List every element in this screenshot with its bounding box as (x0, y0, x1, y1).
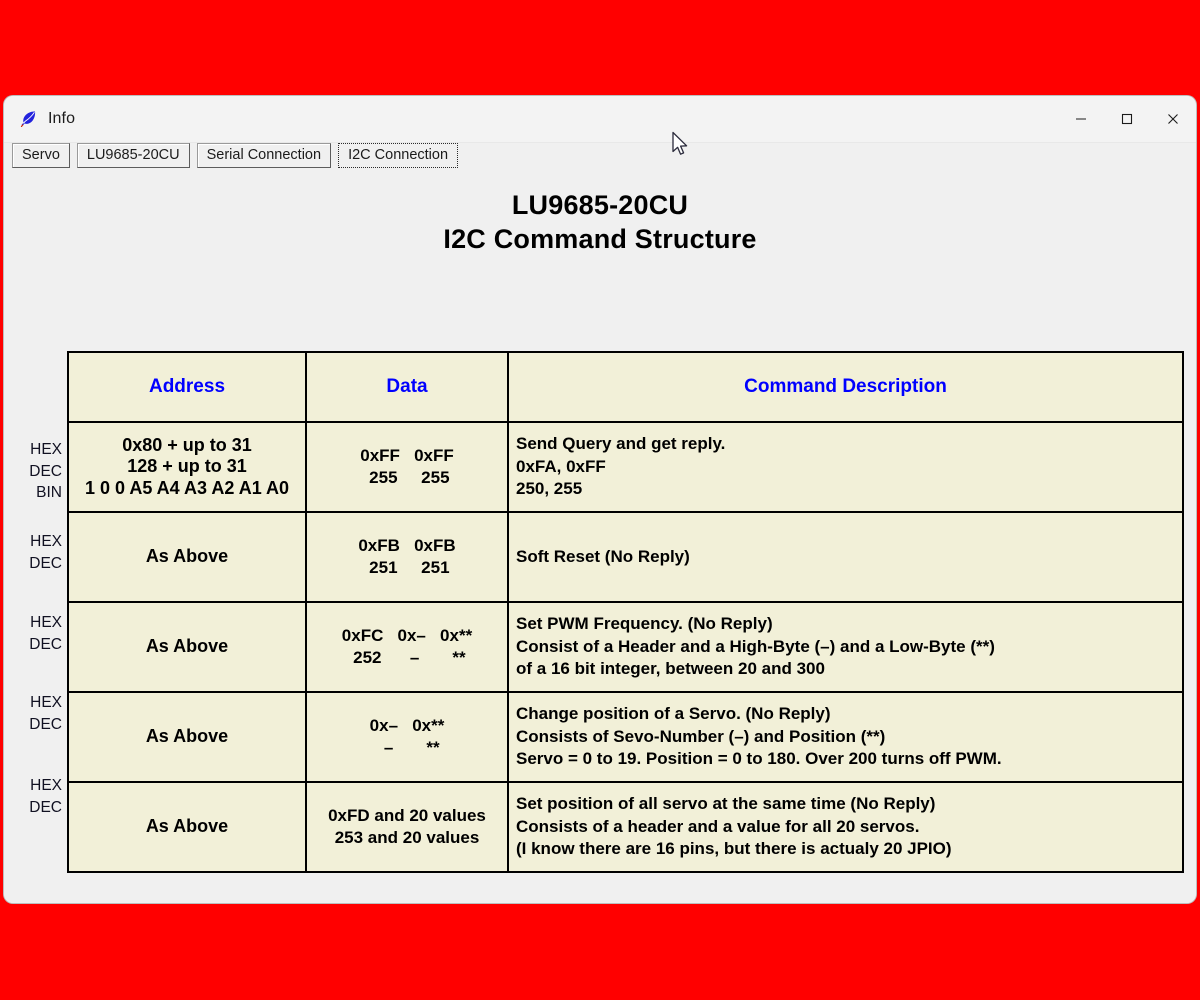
data-line: 0xFD and 20 values (328, 806, 486, 825)
title-bar-left: Info (18, 96, 75, 142)
unit-label: DEC (29, 798, 62, 816)
cell-address: As Above (67, 691, 307, 783)
address-line: 128 + up to 31 (127, 456, 247, 477)
window-title: Info (48, 110, 76, 127)
tab-servo[interactable]: Servo (12, 143, 70, 168)
description-line: Change position of a Servo. (No Reply) (516, 704, 831, 724)
cell-data: 0xFB 0xFB 251 251 (305, 511, 509, 603)
data-line: 0xFB 0xFB (358, 536, 456, 555)
data-line: 0x– 0x** (369, 716, 445, 735)
cell-data: 0xFC 0x– 0x** 252 – ** (305, 601, 509, 693)
description-line: Consists of a header and a value for all… (516, 816, 920, 836)
address-line: As Above (145, 636, 229, 657)
unit-label: DEC (29, 554, 62, 572)
description-line: Soft Reset (No Reply) (516, 546, 690, 566)
table-row: 0x80 + up to 31 128 + up to 31 1 0 0 A5 … (67, 421, 1184, 513)
page-title-line2: I2C Command Structure (443, 224, 757, 254)
cell-data: 0xFF 0xFF 255 255 (305, 421, 509, 513)
unit-label: DEC (29, 715, 62, 733)
row-units-3: HEX DEC (12, 612, 62, 655)
cell-address: As Above (67, 781, 307, 873)
address-line: As Above (145, 816, 229, 837)
table-row: As Above 0xFB 0xFB 251 251 Soft Reset (N… (67, 511, 1184, 603)
description-line: Servo = 0 to 19. Position = 0 to 180. Ov… (516, 749, 1002, 769)
command-table: Address Data Command Description 0x80 + … (67, 351, 1184, 873)
column-header-data: Data (305, 351, 509, 423)
description-line: Consist of a Header and a High-Byte (–) … (516, 636, 995, 656)
address-line: 0x80 + up to 31 (122, 434, 252, 455)
description-line: of a 16 bit integer, between 20 and 300 (516, 659, 825, 679)
description-line: Set PWM Frequency. (No Reply) (516, 614, 773, 634)
description-line: (I know there are 16 pins, but there is … (516, 839, 952, 859)
window-controls (1058, 96, 1196, 142)
cell-address: As Above (67, 601, 307, 693)
data-line: – ** (374, 738, 440, 757)
unit-label: HEX (30, 614, 62, 631)
unit-label: DEC (29, 635, 62, 653)
row-units-1: HEX DEC BIN (12, 439, 62, 504)
content-panel: LU9685-20CU I2C Command Structure HEX DE… (4, 172, 1196, 903)
data-line: 251 251 (364, 558, 450, 577)
table-header-row: Address Data Command Description (67, 351, 1184, 423)
tab-lu9685-20cu[interactable]: LU9685-20CU (76, 143, 190, 168)
address-line: As Above (145, 546, 229, 567)
cell-description: Set position of all servo at the same ti… (507, 781, 1184, 873)
address-line: 1 0 0 A5 A4 A3 A2 A1 A0 (84, 477, 290, 498)
column-header-command-description: Command Description (507, 351, 1184, 423)
maximize-button[interactable] (1104, 96, 1150, 142)
row-units-2: HEX DEC (12, 531, 62, 574)
unit-label: HEX (30, 777, 62, 794)
page-title: LU9685-20CU I2C Command Structure (4, 172, 1196, 256)
description-line: Consists of Sevo-Number (–) and Position… (516, 726, 886, 746)
cell-description: Send Query and get reply. 0xFA, 0xFF 250… (507, 421, 1184, 513)
table-row: As Above 0xFC 0x– 0x** 252 – ** Set PWM … (67, 601, 1184, 693)
tab-i2c-connection[interactable]: I2C Connection (338, 143, 459, 168)
unit-label: HEX (30, 694, 62, 711)
cell-description: Change position of a Servo. (No Reply) C… (507, 691, 1184, 783)
data-line: 252 – ** (348, 648, 466, 667)
row-units-4: HEX DEC (12, 692, 62, 735)
unit-label: BIN (36, 484, 62, 501)
tab-strip: Servo LU9685-20CU Serial Connection I2C … (12, 143, 459, 171)
table-row: As Above 0xFD and 20 values 253 and 20 v… (67, 781, 1184, 873)
cell-description: Set PWM Frequency. (No Reply) Consist of… (507, 601, 1184, 693)
unit-label: HEX (30, 441, 62, 458)
data-line: 255 255 (364, 468, 450, 487)
tab-serial-connection[interactable]: Serial Connection (196, 143, 332, 168)
minimize-button[interactable] (1058, 96, 1104, 142)
description-line: 0xFA, 0xFF (516, 456, 606, 476)
cell-data: 0xFD and 20 values 253 and 20 values (305, 781, 509, 873)
info-window: Info Servo LU9685-20CU Serial Connection… (4, 96, 1196, 903)
unit-label: DEC (29, 462, 62, 480)
table-row: As Above 0x– 0x** – ** Change position o… (67, 691, 1184, 783)
address-line: As Above (145, 726, 229, 747)
cell-address: As Above (67, 511, 307, 603)
close-button[interactable] (1150, 96, 1196, 142)
page-title-line1: LU9685-20CU (511, 190, 689, 220)
column-header-address: Address (67, 351, 307, 423)
cell-data: 0x– 0x** – ** (305, 691, 509, 783)
feather-icon (18, 109, 38, 129)
data-line: 0xFF 0xFF (360, 446, 454, 465)
data-line: 253 and 20 values (334, 828, 480, 847)
unit-label: HEX (30, 533, 62, 550)
row-units-5: HEX DEC (12, 775, 62, 818)
description-line: Set position of all servo at the same ti… (516, 794, 936, 814)
title-bar: Info (4, 96, 1196, 143)
cell-address: 0x80 + up to 31 128 + up to 31 1 0 0 A5 … (67, 421, 307, 513)
description-line: 250, 255 (516, 479, 583, 499)
cell-description: Soft Reset (No Reply) (507, 511, 1184, 603)
data-line: 0xFC 0x– 0x** (341, 626, 473, 645)
description-line: Send Query and get reply. (516, 434, 726, 454)
